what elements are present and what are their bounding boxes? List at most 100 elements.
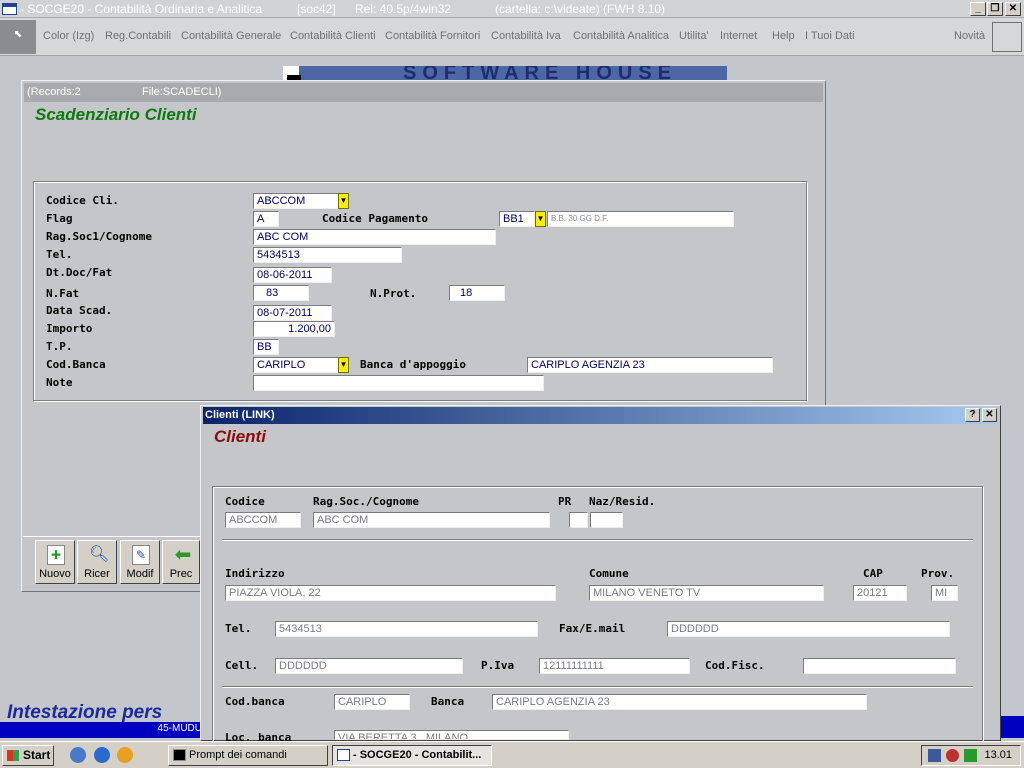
cl-piva-field[interactable]: 12111111111	[539, 658, 690, 674]
prec-button[interactable]: ⬅ Prec	[162, 540, 200, 584]
label-codbanca: Cod.Banca	[46, 358, 106, 371]
label-tel: Tel.	[46, 248, 73, 261]
label-cl-tel: Tel.	[225, 622, 252, 635]
label-cl-naz: Naz/Resid.	[589, 495, 656, 508]
flag-field[interactable]: A	[253, 211, 279, 227]
task-socge20[interactable]: - SOCGE20 - Contabilit...	[332, 745, 492, 766]
tel-field[interactable]: 5434513	[253, 247, 402, 263]
menu-item-novita[interactable]: Novità	[954, 30, 985, 42]
window-title: - SOCGE20 - Contabilità Ordinaria e Anal…	[20, 2, 263, 16]
security-icon[interactable]	[946, 749, 959, 762]
internet-explorer-icon[interactable]	[94, 747, 110, 763]
edit-document-icon: ✎	[132, 545, 150, 565]
maximize-button[interactable]: ❐	[987, 2, 1003, 16]
banca-appoggio-field[interactable]: CARIPLO AGENZIA 23	[527, 357, 773, 373]
codice-pagamento-field[interactable]: BB1	[499, 211, 535, 227]
system-tray: 13.01	[921, 745, 1021, 766]
cl-fax-field[interactable]: DDDDDD	[667, 621, 950, 637]
menu-item-contabilita-generale[interactable]: Contabilità Generale	[181, 30, 281, 42]
note-field[interactable]	[253, 375, 544, 391]
menu-item-contabilita-clienti[interactable]: Contabilità Clienti	[290, 30, 376, 42]
modif-button[interactable]: ✎ Modif	[120, 540, 160, 584]
cl-cell-field[interactable]: DDDDDD	[275, 658, 463, 674]
ricer-button[interactable]: 🔍︎ Ricer	[77, 540, 117, 584]
menu-right-button[interactable]	[992, 22, 1022, 52]
ricer-label: Ricer	[84, 568, 110, 580]
cl-comune-field[interactable]: MILANO VENETO TV	[589, 585, 824, 601]
codice-cli-dropdown-icon[interactable]: ▼	[338, 193, 349, 209]
menu-item-help[interactable]: Help	[772, 30, 795, 42]
menu-item-contabilita-analitica[interactable]: Contabilità Analitica	[573, 30, 669, 42]
start-button[interactable]: Start	[2, 745, 54, 766]
cl-indirizzo-field[interactable]: PIAZZA VIOLA, 22	[225, 585, 556, 601]
clienti-dialog: Clienti (LINK) ? ✕ Clienti Codice Rag.So…	[200, 405, 1001, 746]
cl-codice-field[interactable]: ABCCOM	[225, 512, 301, 528]
dialog-close-button[interactable]: ✕	[982, 408, 997, 422]
label-cl-prov: Prov.	[921, 567, 955, 580]
label-cl-comune: Comune	[589, 567, 629, 580]
modif-label: Modif	[126, 568, 154, 580]
close-button[interactable]: ✕	[1005, 2, 1021, 16]
banner-logo: SOFTWARE HOUSE	[283, 66, 727, 80]
cl-ragsoc-field[interactable]: ABC COM	[313, 512, 550, 528]
codbanca-field[interactable]: CARIPLO	[253, 357, 339, 373]
search-icon: 🔍︎	[89, 546, 110, 563]
cl-codfisc-field[interactable]	[803, 658, 956, 674]
cl-codbanca-field[interactable]: CARIPLO	[334, 694, 410, 710]
label-cl-cap: CAP	[863, 567, 883, 580]
label-cl-pr: PR	[558, 495, 572, 508]
window-titlebar: - SOCGE20 - Contabilità Ordinaria e Anal…	[0, 0, 1024, 18]
label-cl-cell: Cell.	[225, 659, 259, 672]
cl-locbanca-field[interactable]: VIA BERETTA 3 , MILANO	[334, 730, 569, 740]
cl-prov-field[interactable]: MI	[931, 585, 958, 601]
cl-cap-field[interactable]: 20121	[853, 585, 907, 601]
menu-item-contabilita-iva[interactable]: Contabilità Iva	[491, 30, 561, 42]
task-prompt-label: Prompt dei comandi	[189, 749, 287, 761]
window-icon	[337, 749, 350, 761]
menu-item-utilita[interactable]: Utilita'	[679, 30, 709, 42]
nuovo-button[interactable]: ✚ Nuovo	[35, 540, 75, 584]
task-socge20-label: - SOCGE20 - Contabilit...	[353, 749, 482, 761]
label-dtdoc: Dt.Doc/Fat	[46, 266, 113, 279]
shield-icon[interactable]	[964, 749, 977, 762]
dialog-divider	[222, 539, 973, 541]
menu-bar: ⬉ Color (Izg) Reg.Contabili Contabilità …	[0, 18, 1024, 56]
menu-left-button[interactable]: ⬉	[0, 20, 36, 54]
label-datascad: Data Scad.	[46, 304, 113, 317]
label-cl-codfisc: Cod.Fisc.	[705, 659, 765, 672]
tp-field[interactable]: BB	[253, 339, 279, 355]
desktop-icon[interactable]	[70, 747, 86, 763]
menu-item-internet[interactable]: Internet	[720, 30, 757, 42]
ragsoc-field[interactable]: ABC COM	[253, 229, 496, 245]
minimize-button[interactable]: _	[970, 2, 986, 16]
menu-item-color[interactable]: Color (Izg)	[43, 30, 94, 42]
cl-tel-field[interactable]: 5434513	[275, 621, 538, 637]
nfat-field[interactable]: 83	[253, 285, 309, 301]
menu-item-reg-contabili[interactable]: Reg.Contabili	[105, 30, 171, 42]
menu-item-contabilita-fornitori[interactable]: Contabilità Fornitori	[385, 30, 480, 42]
taskbar: Start Prompt dei comandi - SOCGE20 - Con…	[0, 741, 1024, 768]
dialog-help-button[interactable]: ?	[965, 408, 980, 422]
dtdoc-field[interactable]: 08-06-2011	[253, 267, 332, 283]
label-cl-banca: Banca	[431, 695, 465, 708]
nprot-field[interactable]: 18	[449, 285, 505, 301]
codice-cli-field[interactable]: ABCCOM	[253, 193, 339, 209]
datascad-field[interactable]: 08-07-2011	[253, 305, 332, 321]
task-prompt[interactable]: Prompt dei comandi	[168, 745, 328, 766]
menu-item-i-tuoi-dati[interactable]: I Tuoi Dati	[805, 30, 855, 42]
new-document-icon: ✚	[47, 545, 65, 565]
status-bar: 45-MUDU	[0, 722, 205, 738]
cl-naz-field[interactable]	[590, 512, 623, 528]
status-bar-right	[1001, 716, 1024, 738]
cl-banca-field[interactable]: CARIPLO AGENZIA 23	[492, 694, 867, 710]
codbanca-dropdown-icon[interactable]: ▼	[338, 357, 349, 373]
prec-label: Prec	[169, 568, 193, 580]
network-icon[interactable]	[928, 749, 941, 762]
label-cl-piva: P.Iva	[481, 659, 515, 672]
codice-pagamento-dropdown-icon[interactable]: ▼	[535, 211, 546, 227]
banner-logo-mark	[283, 66, 301, 80]
importo-field[interactable]: 1.200,00	[253, 321, 335, 337]
cl-pr-field[interactable]	[569, 512, 588, 528]
media-player-icon[interactable]	[117, 747, 133, 763]
label-banca-appoggio: Banca d'appoggio	[360, 358, 466, 371]
